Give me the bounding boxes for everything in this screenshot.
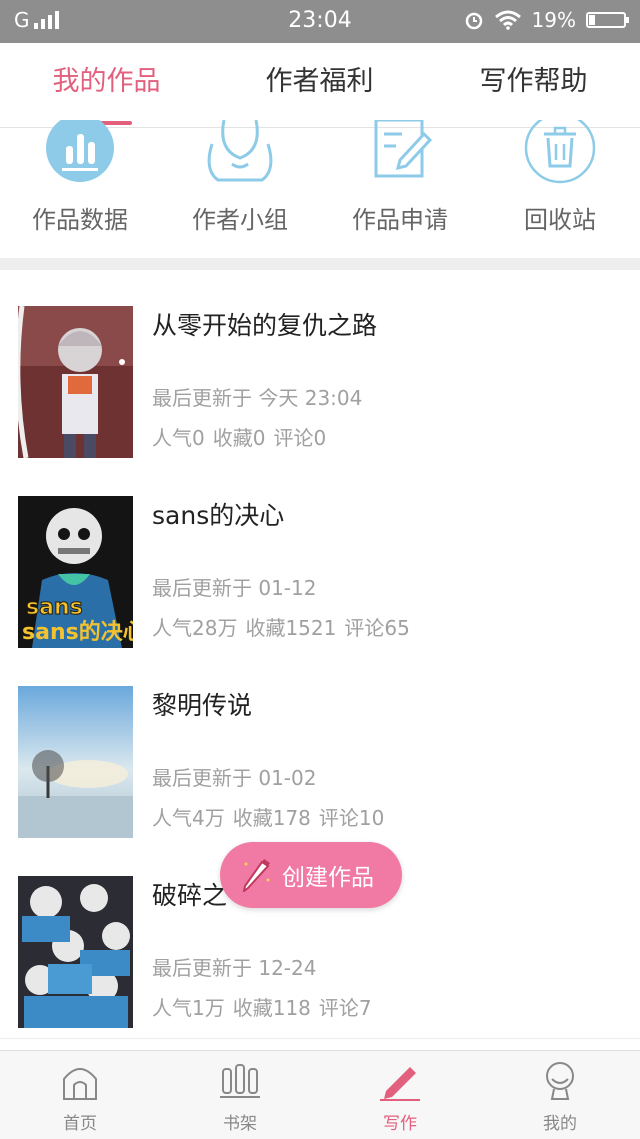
edit-icon <box>374 120 433 178</box>
comments: 评论0 <box>273 426 327 450</box>
tab-label: 作者福利 <box>265 66 374 97</box>
status-bar: G 23:04 19% <box>0 0 640 43</box>
top-tabs: 我的作品 作者福利 写作帮助 <box>0 43 640 128</box>
last-updated: 最后更新于 01-02 <box>152 766 317 790</box>
nav-write[interactable]: 写作 <box>320 1051 480 1139</box>
popularity: 人气4万 <box>152 806 225 830</box>
popularity: 人气1万 <box>152 996 225 1020</box>
works-data-button[interactable]: 作品数据 <box>0 120 160 258</box>
chart-icon <box>46 120 114 182</box>
bottom-nav: 首页 书架 写作 我的 <box>0 1050 640 1139</box>
action-label: 作品申请 <box>352 206 448 234</box>
tab-author-benefits[interactable]: 作者福利 <box>213 43 426 127</box>
work-title: 黎明传说 <box>152 691 253 720</box>
popularity: 人气28万 <box>152 616 238 640</box>
trash-icon <box>524 120 596 184</box>
action-label: 作者小组 <box>192 206 288 234</box>
popularity: 人气0 <box>152 426 205 450</box>
comments: 评论10 <box>318 806 385 830</box>
author-group-button[interactable]: 作者小组 <box>160 120 320 258</box>
battery-icon <box>586 12 629 28</box>
action-label: 作品数据 <box>32 206 128 234</box>
alarm-icon <box>465 12 482 30</box>
favorites: 收藏178 <box>232 806 311 830</box>
bookshelf-icon <box>220 1064 260 1098</box>
work-item[interactable]: sans sans的决心 sans的决心 最后更新于 01-12 人气28万 收藏… <box>0 468 640 659</box>
section-divider <box>0 258 640 270</box>
nav-label: 书架 <box>223 1114 257 1134</box>
skeletons-cover <box>18 876 133 1028</box>
group-icon <box>207 120 273 182</box>
favorites: 收藏1521 <box>245 616 337 640</box>
nav-bookshelf[interactable]: 书架 <box>160 1051 320 1139</box>
work-stats: 人气1万 收藏118 评论7 <box>152 992 380 1021</box>
pencil-icon <box>242 859 270 892</box>
create-work-button[interactable]: 创建作品 <box>220 842 402 908</box>
action-label: 回收站 <box>524 206 596 234</box>
status-icons: 19% <box>464 8 629 32</box>
anime-character-cover <box>18 306 133 458</box>
work-item[interactable]: 从零开始的复仇之路 最后更新于 今天 23:04 人气0 收藏0 评论0 <box>0 278 640 469</box>
last-updated: 最后更新于 12-24 <box>152 956 317 980</box>
comments: 评论7 <box>318 996 372 1020</box>
comments: 评论65 <box>344 616 410 640</box>
tab-my-works[interactable]: 我的作品 <box>0 43 213 127</box>
wifi-icon <box>494 10 521 30</box>
work-item[interactable]: 黎明传说 最后更新于 01-02 人气4万 收藏178 评论10 <box>0 658 640 849</box>
sans-cover: sans sans的决心 <box>18 496 133 648</box>
profile-icon <box>546 1062 574 1100</box>
cover-title: sans的决心 <box>22 620 133 645</box>
battery-percent: 19% <box>531 8 576 32</box>
favorites: 收藏118 <box>232 996 311 1020</box>
nav-label: 写作 <box>383 1114 417 1134</box>
work-stats: 人气28万 收藏1521 评论65 <box>152 612 418 641</box>
work-title: 破碎之 <box>152 881 228 910</box>
nav-profile[interactable]: 我的 <box>480 1051 640 1139</box>
nav-label: 我的 <box>543 1114 577 1134</box>
last-updated: 最后更新于 今天 23:04 <box>152 386 363 410</box>
tab-writing-help[interactable]: 写作帮助 <box>427 43 640 127</box>
fab-label: 创建作品 <box>282 865 374 891</box>
work-title: 从零开始的复仇之路 <box>152 311 378 340</box>
home-icon <box>63 1068 97 1100</box>
last-updated: 最后更新于 01-12 <box>152 576 317 600</box>
tab-label: 我的作品 <box>52 66 161 97</box>
nav-label: 首页 <box>63 1114 97 1134</box>
favorites: 收藏0 <box>212 426 266 450</box>
tab-label: 写作帮助 <box>479 66 588 97</box>
pen-icon <box>380 1067 420 1101</box>
winter-tree-cover <box>18 686 133 838</box>
work-title: sans的决心 <box>152 501 285 530</box>
works-application-button[interactable]: 作品申请 <box>320 120 480 258</box>
recycle-bin-button[interactable]: 回收站 <box>480 120 640 258</box>
work-stats: 人气4万 收藏178 评论10 <box>152 802 392 831</box>
work-stats: 人气0 收藏0 评论0 <box>152 422 334 451</box>
nav-home[interactable]: 首页 <box>0 1051 160 1139</box>
quick-actions: 作品数据 作者小组 作品申请 回收站 <box>0 120 640 258</box>
